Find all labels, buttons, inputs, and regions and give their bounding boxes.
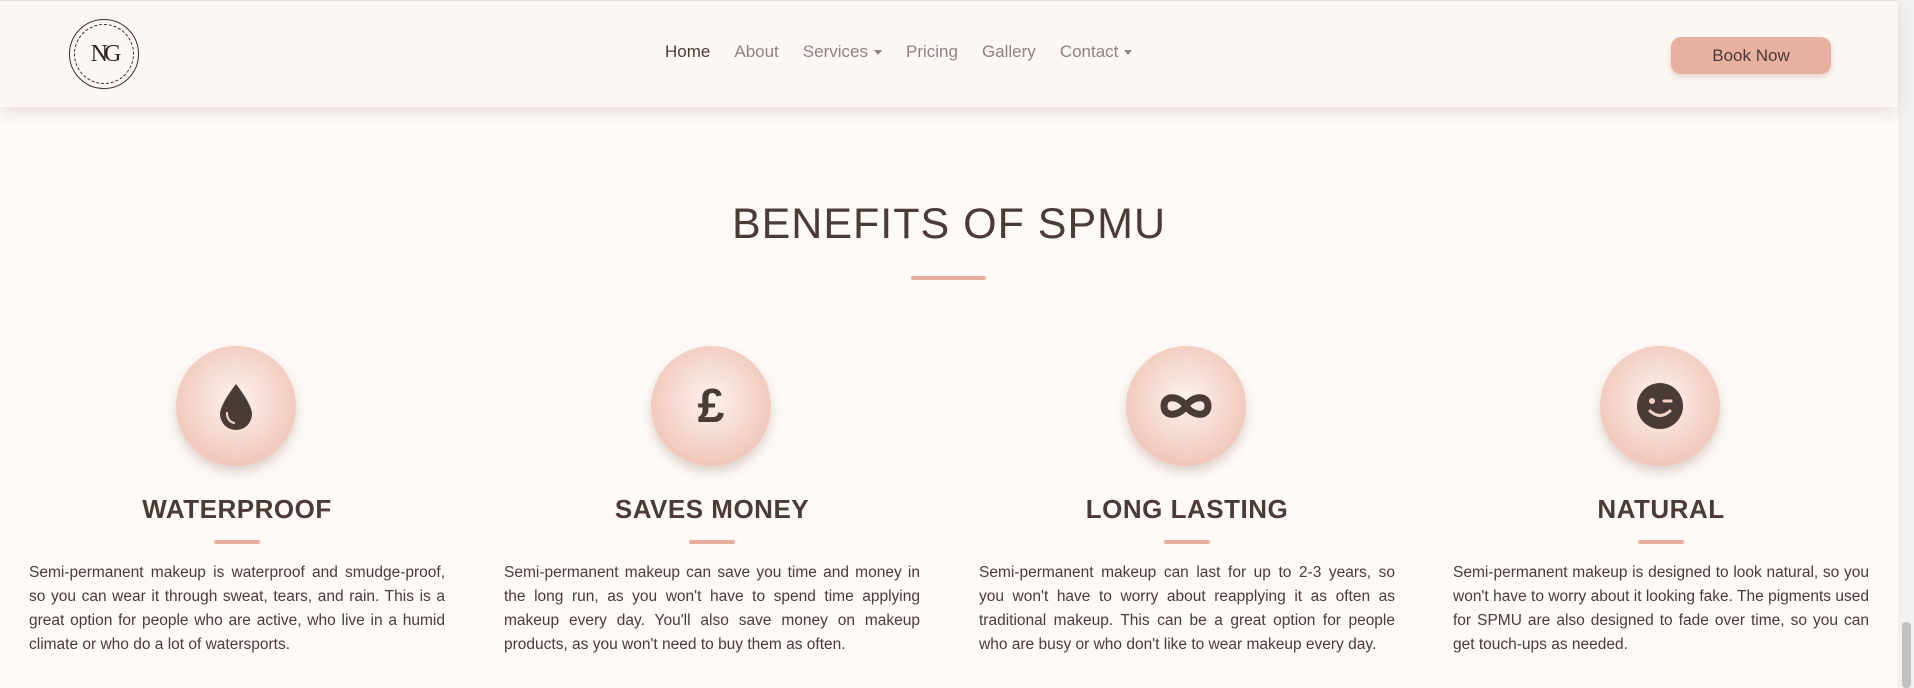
title-divider <box>911 276 986 280</box>
svg-text:£: £ <box>698 382 725 430</box>
benefit-text: Semi-permanent makeup is waterproof and … <box>29 564 445 653</box>
benefit-divider <box>1638 540 1684 544</box>
benefit-icon-circle: £ <box>651 346 771 466</box>
nav-home-label: Home <box>665 42 711 61</box>
nav-gallery[interactable]: Gallery <box>982 42 1036 62</box>
nav-about[interactable]: About <box>734 42 778 62</box>
nav-pricing-label: Pricing <box>905 42 958 61</box>
section-title: BENEFITS OF SPMU <box>731 200 1167 248</box>
book-now-button[interactable]: Book Now <box>1671 37 1831 74</box>
benefit-icon-circle <box>176 346 296 466</box>
nav-services[interactable]: Services <box>803 42 882 62</box>
benefit-divider <box>1164 540 1210 544</box>
water-drop-icon <box>220 384 252 430</box>
benefit-text: Semi-permanent makeup can last for up to… <box>979 564 1395 653</box>
nav-pricing[interactable]: Pricing <box>906 42 958 62</box>
infinity-icon <box>1160 394 1212 418</box>
benefit-title: LONG LASTING <box>1085 494 1289 524</box>
site-header: NG Home About Services Pricing Gallery C… <box>0 0 1898 107</box>
benefit-icon-circle <box>1126 346 1246 466</box>
benefit-title: WATERPROOF <box>142 494 332 524</box>
benefit-title: SAVES MONEY <box>614 494 810 524</box>
benefit-divider <box>214 540 260 544</box>
nav-home[interactable]: Home <box>665 42 710 62</box>
page-scrollbar[interactable] <box>1898 0 1914 688</box>
nav-services-label: Services <box>802 42 868 61</box>
scrollbar-thumb[interactable] <box>1902 622 1911 688</box>
chevron-down-icon <box>873 49 882 55</box>
nav-contact[interactable]: Contact <box>1060 42 1133 62</box>
wink-face-icon <box>1637 383 1683 429</box>
pound-sign-icon: £ <box>698 382 725 430</box>
benefit-text: Semi-permanent makeup is designed to loo… <box>1453 564 1869 653</box>
nav-gallery-label: Gallery <box>981 42 1036 61</box>
benefit-text: Semi-permanent makeup can save you time … <box>504 564 920 653</box>
logo[interactable]: NG <box>69 19 139 89</box>
nav-contact-label: Contact <box>1059 42 1119 61</box>
benefit-icon-circle <box>1600 346 1720 466</box>
chevron-down-icon <box>1124 49 1133 55</box>
benefit-title: NATURAL <box>1597 494 1725 524</box>
logo-text: NG <box>90 40 122 67</box>
nav-about-label: About <box>734 42 779 61</box>
main-nav: Home About Services Pricing Gallery Cont… <box>665 42 1156 62</box>
benefit-divider <box>689 540 735 544</box>
